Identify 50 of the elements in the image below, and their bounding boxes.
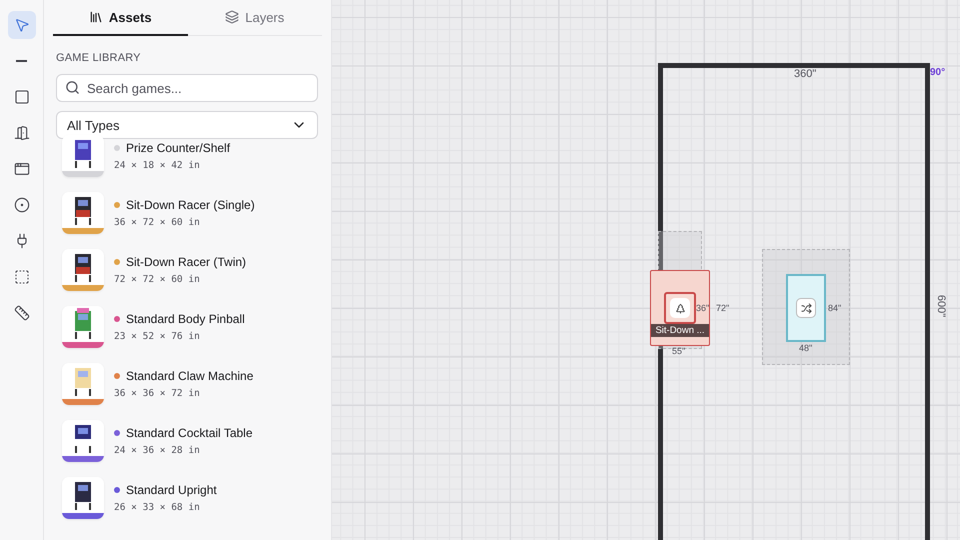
panel-tab[interactable]: Assets (53, 0, 188, 36)
game-name: Standard Claw Machine (126, 369, 254, 383)
circle-dot-icon (14, 197, 30, 213)
tree-icon (674, 302, 686, 314)
game-thumbnail[interactable] (62, 420, 104, 462)
game-dimensions: 36 × 36 × 72 in (114, 388, 201, 399)
game-thumbnail[interactable] (62, 249, 104, 291)
door-icon (14, 125, 30, 141)
game-name: Prize Counter/Shelf (126, 141, 230, 155)
game-dimensions: 24 × 18 × 42 in (114, 160, 201, 171)
depth-label: 72" (716, 303, 730, 313)
game-name: Standard Cocktail Table (126, 426, 253, 440)
dashed-square-icon (14, 269, 30, 285)
game-name: Sit-Down Racer (Single) (126, 198, 255, 212)
game-dimensions: 23 × 52 × 76 in (114, 331, 201, 342)
game-thumbnail[interactable] (62, 306, 104, 348)
game-thumbnail[interactable] (62, 135, 104, 177)
game-dimensions: 36 × 72 × 60 in (114, 217, 201, 228)
depth-label: 84" (828, 303, 842, 313)
section-title: GAME LIBRARY (55, 51, 142, 66)
search-field[interactable]: Search games... (56, 74, 318, 102)
clearance-label: 55" (672, 346, 686, 356)
game-thumbnail[interactable] (62, 192, 104, 234)
width-label: 48" (799, 343, 812, 353)
game-dimensions: 26 × 33 × 68 in (114, 502, 201, 513)
window-icon (14, 161, 30, 177)
game-dimensions: 24 × 36 × 28 in (114, 445, 201, 456)
search-icon (65, 80, 80, 95)
game-label: Sit-Down ... (651, 324, 709, 337)
layers-icon (225, 10, 240, 24)
game-thumbnail[interactable] (62, 363, 104, 405)
type-dropdown[interactable]: All Types (56, 111, 318, 139)
books-icon (88, 10, 103, 24)
angle-label: 90° (930, 67, 946, 78)
square-icon (14, 89, 30, 105)
tool-button[interactable] (8, 11, 36, 39)
game-name: Standard Upright (126, 483, 217, 497)
width-label: 360" (794, 68, 816, 80)
shuffle-icon (800, 302, 812, 314)
width-label: 36" (696, 303, 710, 313)
line-icon (16, 60, 27, 62)
ruler-icon (14, 305, 30, 321)
game-name: Sit-Down Racer (Twin) (126, 255, 246, 269)
panel-tab[interactable]: Layers (188, 0, 322, 36)
length-label: 600" (935, 294, 948, 318)
game-thumbnail[interactable] (62, 477, 104, 519)
game-cabinet[interactable] (664, 292, 696, 324)
game-dimensions: 72 × 72 × 60 in (114, 274, 201, 285)
pointer-icon (14, 17, 30, 33)
game-name: Standard Body Pinball (126, 312, 245, 326)
